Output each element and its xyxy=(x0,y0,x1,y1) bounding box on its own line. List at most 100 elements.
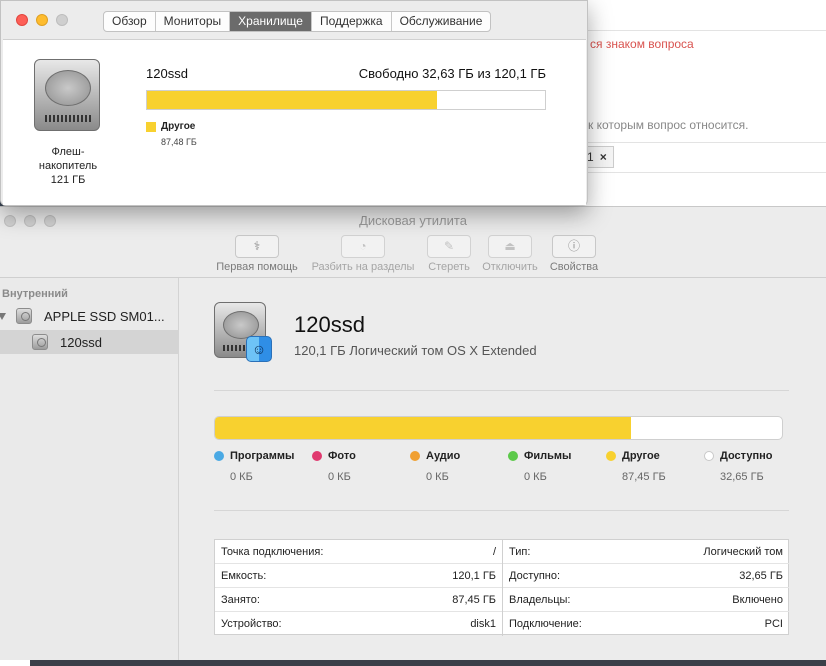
photos-dot-icon xyxy=(312,451,322,461)
volume-name: 120ssd xyxy=(146,66,188,81)
info-label: Тип: xyxy=(509,545,531,558)
legend-item-apps: Программы 0 КБ xyxy=(214,450,324,483)
unmount-icon: ⏏ xyxy=(488,235,532,258)
audio-dot-icon xyxy=(410,451,420,461)
sidebar-section-internal: Внутренний xyxy=(2,288,68,300)
device-label-line: 121 ГБ xyxy=(50,174,86,186)
legend-name: Фильмы xyxy=(524,450,572,462)
tag-chip[interactable]: 1 × xyxy=(584,146,614,168)
close-icon[interactable]: × xyxy=(600,150,607,164)
erase-label: Стереть xyxy=(428,261,470,273)
divider xyxy=(588,30,826,31)
info-column-left: Точка подключения: / Емкость: 120,1 ГБ Зан… xyxy=(215,540,502,636)
info-row: Тип: Логический том xyxy=(503,540,789,564)
info-row: Доступно: 32,65 ГБ xyxy=(503,564,789,588)
sidebar-item-label: APPLE SSD SM01... xyxy=(44,308,165,324)
legend-item-other: Другое 87,45 ГБ xyxy=(606,450,716,483)
device-label: Флеш- накопитель 121 ГБ xyxy=(23,145,113,187)
unmount-tool[interactable]: ⏏ Отключить xyxy=(478,235,542,273)
sidebar-item-drive[interactable]: APPLE SSD SM01... xyxy=(0,304,179,328)
first-aid-tool[interactable]: ⚕ Первая помощь xyxy=(213,235,301,273)
sidebar-item-volume[interactable]: 120ssd xyxy=(0,330,179,354)
info-value: 87,45 ГБ xyxy=(452,593,496,606)
legend-value: 87,48 ГБ xyxy=(161,137,197,147)
legend-item-movies: Фильмы 0 КБ xyxy=(508,450,618,483)
info-row: Владельцы: Включено xyxy=(503,588,789,612)
other-swatch-icon xyxy=(146,121,156,132)
volume-icon xyxy=(32,334,48,350)
legend-value: 0 КБ xyxy=(230,471,253,483)
usage-bar-fill xyxy=(215,417,632,439)
unmount-label: Отключить xyxy=(482,261,538,273)
info-label: Подключение: xyxy=(509,618,582,630)
info-label: Владельцы: xyxy=(509,593,571,606)
apps-dot-icon xyxy=(214,451,224,461)
volume-details: ☺ 120ssd 120,1 ГБ Логический том OS X Ex… xyxy=(180,278,826,660)
question-hint: ся знаком вопроса xyxy=(590,37,694,51)
info-icon: ⓘ xyxy=(552,235,596,258)
info-row: Занято: 87,45 ГБ xyxy=(215,588,502,612)
legend-name: Доступно xyxy=(720,450,773,462)
free-space-text: Свободно 32,63 ГБ из 120,1 ГБ xyxy=(358,66,546,81)
info-value: PCI xyxy=(764,618,783,630)
drive-icon xyxy=(16,308,32,324)
partition-label: Разбить на разделы xyxy=(311,261,415,273)
info-label: Свойства xyxy=(549,261,599,273)
info-value: Логический том xyxy=(703,545,783,558)
tab-storage[interactable]: Хранилище xyxy=(230,12,312,31)
legend-name: Другое xyxy=(161,121,196,132)
legend-value: 0 КБ xyxy=(426,471,449,483)
sidebar-item-label: 120ssd xyxy=(60,334,102,350)
tab-support[interactable]: Поддержка xyxy=(312,12,392,31)
storage-bar-fill xyxy=(147,91,437,109)
volume-subtitle: 120,1 ГБ Логический том OS X Extended xyxy=(294,343,537,358)
storage-bar xyxy=(146,90,546,110)
close-button[interactable] xyxy=(16,14,28,26)
legend-item-available: Доступно 32,65 ГБ xyxy=(704,450,814,483)
movies-dot-icon xyxy=(508,451,518,461)
zoom-button[interactable] xyxy=(56,14,68,26)
legend-name: Другое xyxy=(622,450,660,462)
legend-item-photos: Фото 0 КБ xyxy=(312,450,422,483)
volume-info-table: Точка подключения: / Емкость: 120,1 ГБ Зан… xyxy=(214,539,789,636)
info-label: Устройство: xyxy=(221,618,282,630)
tab-displays[interactable]: Мониторы xyxy=(156,12,231,31)
sidebar: Внутренний APPLE SSD SM01... 120ssd xyxy=(0,278,179,660)
tags-hint: к которым вопрос относится. xyxy=(588,118,749,132)
flash-drive-icon xyxy=(34,59,102,133)
divider xyxy=(588,142,826,143)
disclosure-triangle-icon[interactable] xyxy=(0,312,6,320)
available-dot-icon xyxy=(704,451,714,461)
info-label: Точка подключения: xyxy=(221,545,324,558)
info-value: / xyxy=(492,545,496,558)
volume-name: 120ssd xyxy=(294,312,365,337)
device-label-line: Флеш- xyxy=(51,146,85,158)
erase-icon: ✎ xyxy=(427,235,471,258)
legend-item-other: Другое xyxy=(146,121,195,132)
other-dot-icon xyxy=(606,451,616,461)
window-controls xyxy=(16,14,68,26)
legend-item-audio: Аудио 0 КБ xyxy=(410,450,520,483)
erase-tool[interactable]: ✎ Стереть xyxy=(424,235,474,273)
info-value: 32,65 ГБ xyxy=(739,569,783,582)
disk-utility-window: Дисковая утилита ⚕ Первая помощь ◔ Разби… xyxy=(0,206,826,660)
info-label: Доступно: xyxy=(509,569,561,582)
device-label-line: накопитель xyxy=(38,160,98,172)
info-tool[interactable]: ⓘ Свойства xyxy=(546,235,602,273)
about-this-mac-window: Обзор Мониторы Хранилище Поддержка Обслу… xyxy=(0,0,588,206)
tag-chip-label: 1 xyxy=(587,150,594,164)
info-value: 120,1 ГБ xyxy=(452,569,496,582)
legend-value: 0 КБ xyxy=(328,471,351,483)
legend-name: Аудио xyxy=(426,450,461,462)
stethoscope-icon: ⚕ xyxy=(235,235,279,258)
info-row: Устройство: disk1 xyxy=(215,612,502,636)
storage-panel: Флеш- накопитель 121 ГБ 120ssd Свободно … xyxy=(3,39,586,205)
divider xyxy=(214,510,789,511)
partition-tool[interactable]: ◔ Разбить на разделы xyxy=(307,235,419,273)
info-value: disk1 xyxy=(470,618,496,630)
minimize-button[interactable] xyxy=(36,14,48,26)
legend-value: 32,65 ГБ xyxy=(720,471,764,483)
tab-overview[interactable]: Обзор xyxy=(104,12,156,31)
legend-name: Программы xyxy=(230,450,295,462)
tab-service[interactable]: Обслуживание xyxy=(392,12,491,31)
